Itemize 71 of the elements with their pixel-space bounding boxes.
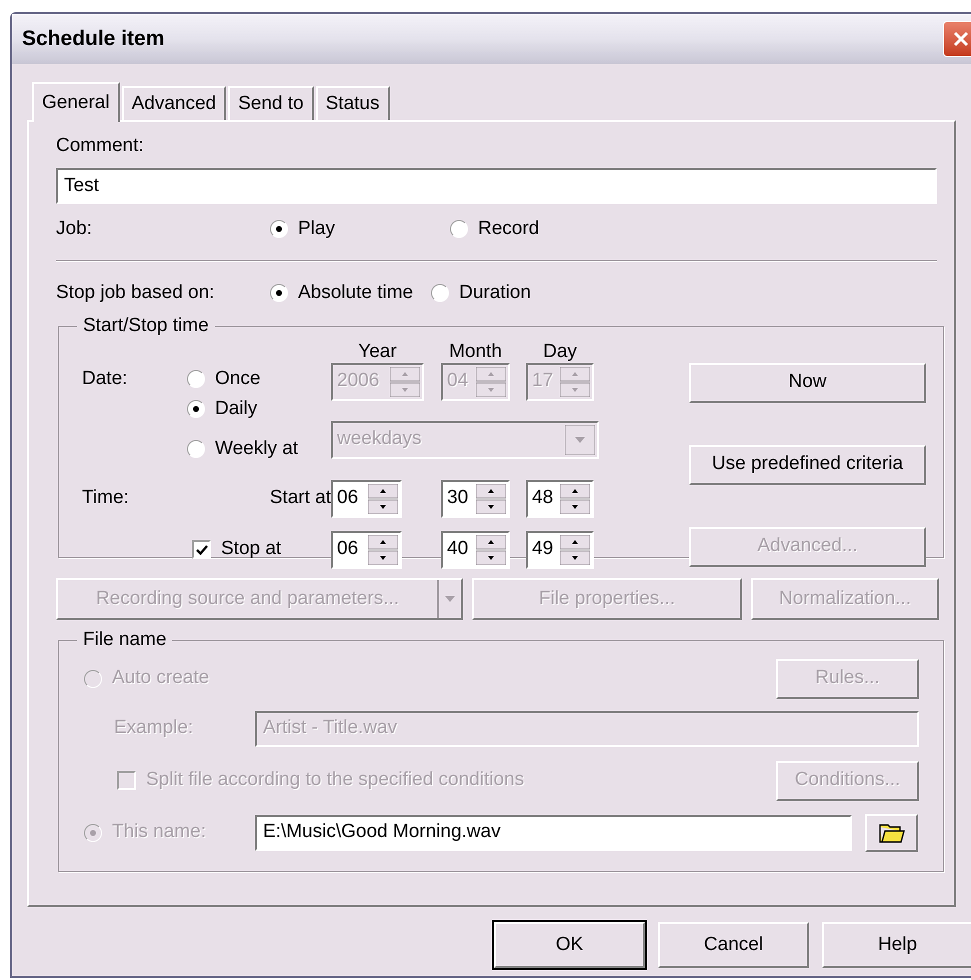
spin-field[interactable]: 06 — [331, 480, 402, 518]
tab[interactable]: Send to — [228, 86, 314, 120]
radio-button[interactable] — [270, 220, 288, 238]
job-label: Job: — [56, 216, 93, 241]
spin-value: 48 — [532, 486, 554, 510]
radio-label: Auto create — [112, 666, 210, 690]
spin-value: 06 — [337, 486, 360, 510]
tab[interactable]: General — [32, 82, 120, 122]
radio-label: Record — [478, 216, 540, 241]
spin-value: 17 — [532, 369, 554, 394]
spin-field[interactable]: 48 — [526, 480, 594, 518]
date-label: Date: — [82, 366, 128, 390]
radio-button[interactable] — [187, 400, 205, 418]
radio-button[interactable] — [431, 284, 450, 302]
push-button[interactable]: Cancel — [658, 922, 809, 968]
radio-label: Duration — [459, 280, 531, 305]
radio-button[interactable] — [270, 284, 288, 302]
spin-value: 06 — [337, 537, 360, 562]
column-header: Year — [357, 340, 398, 362]
stop-job-label: Stop job based on: — [56, 280, 216, 305]
spin-arrows-icon[interactable] — [368, 484, 398, 514]
checkbox[interactable] — [192, 540, 211, 559]
browse-button[interactable] — [865, 814, 918, 852]
column-header: Month — [448, 340, 503, 362]
column-header: Day — [542, 340, 578, 362]
comment-field[interactable]: Test — [56, 168, 937, 204]
window-title: Schedule item — [22, 26, 164, 52]
radio-button[interactable] — [450, 220, 468, 238]
tab[interactable]: Advanced — [122, 86, 226, 120]
spin-field[interactable]: 40 — [441, 530, 510, 568]
close-icon — [952, 30, 970, 48]
push-button[interactable]: Help — [822, 922, 971, 968]
check-icon — [196, 544, 208, 556]
radio-label: Play — [298, 216, 335, 241]
spin-value: 04 — [447, 369, 470, 394]
push-button[interactable]: Use predefined criteria — [689, 444, 926, 484]
spin-arrows-icon[interactable] — [560, 484, 590, 514]
spin-arrows-icon[interactable] — [560, 534, 590, 564]
spin-value: 30 — [447, 486, 470, 510]
folder-icon — [878, 822, 904, 842]
example-label: Example: — [114, 716, 194, 740]
push-button[interactable]: Now — [689, 362, 926, 402]
spin-arrows-icon[interactable] — [476, 484, 506, 514]
time-label: Time: — [82, 486, 130, 510]
spin-value: 49 — [532, 537, 554, 562]
group-title: File name — [82, 628, 168, 652]
checkbox-label: Stop at — [221, 537, 282, 562]
checkbox-label: Split file according to the specified conditions — [146, 768, 524, 792]
spin-value: 40 — [447, 537, 470, 562]
push-button[interactable]: OK — [494, 922, 645, 968]
group-title: Start/Stop time — [82, 314, 210, 338]
radio-label: Daily — [215, 396, 258, 420]
spin-field[interactable]: 30 — [441, 480, 510, 518]
radio-button[interactable] — [187, 370, 205, 388]
radio-button[interactable] — [187, 440, 205, 458]
dropdown-arrow-icon — [445, 596, 455, 602]
close-button[interactable] — [943, 21, 971, 57]
radio-label: Weekly at — [215, 436, 298, 460]
spin-arrows-icon[interactable] — [476, 534, 506, 564]
select-value: weekdays — [337, 427, 422, 452]
spin-value: 2006 — [337, 369, 380, 394]
path-field[interactable]: E:\Music\Good Morning.wav — [255, 814, 852, 850]
start-label: Start at — [270, 486, 331, 510]
comment-label: Comment: — [56, 134, 145, 158]
radio-label: Once — [215, 366, 260, 390]
radio-label: Absolute time — [298, 280, 414, 305]
spin-arrows-icon[interactable] — [368, 534, 398, 564]
tab[interactable]: Status — [316, 86, 390, 120]
spin-field[interactable]: 06 — [331, 530, 402, 568]
radio-label: This name: — [112, 820, 206, 844]
spin-field[interactable]: 49 — [526, 530, 594, 568]
